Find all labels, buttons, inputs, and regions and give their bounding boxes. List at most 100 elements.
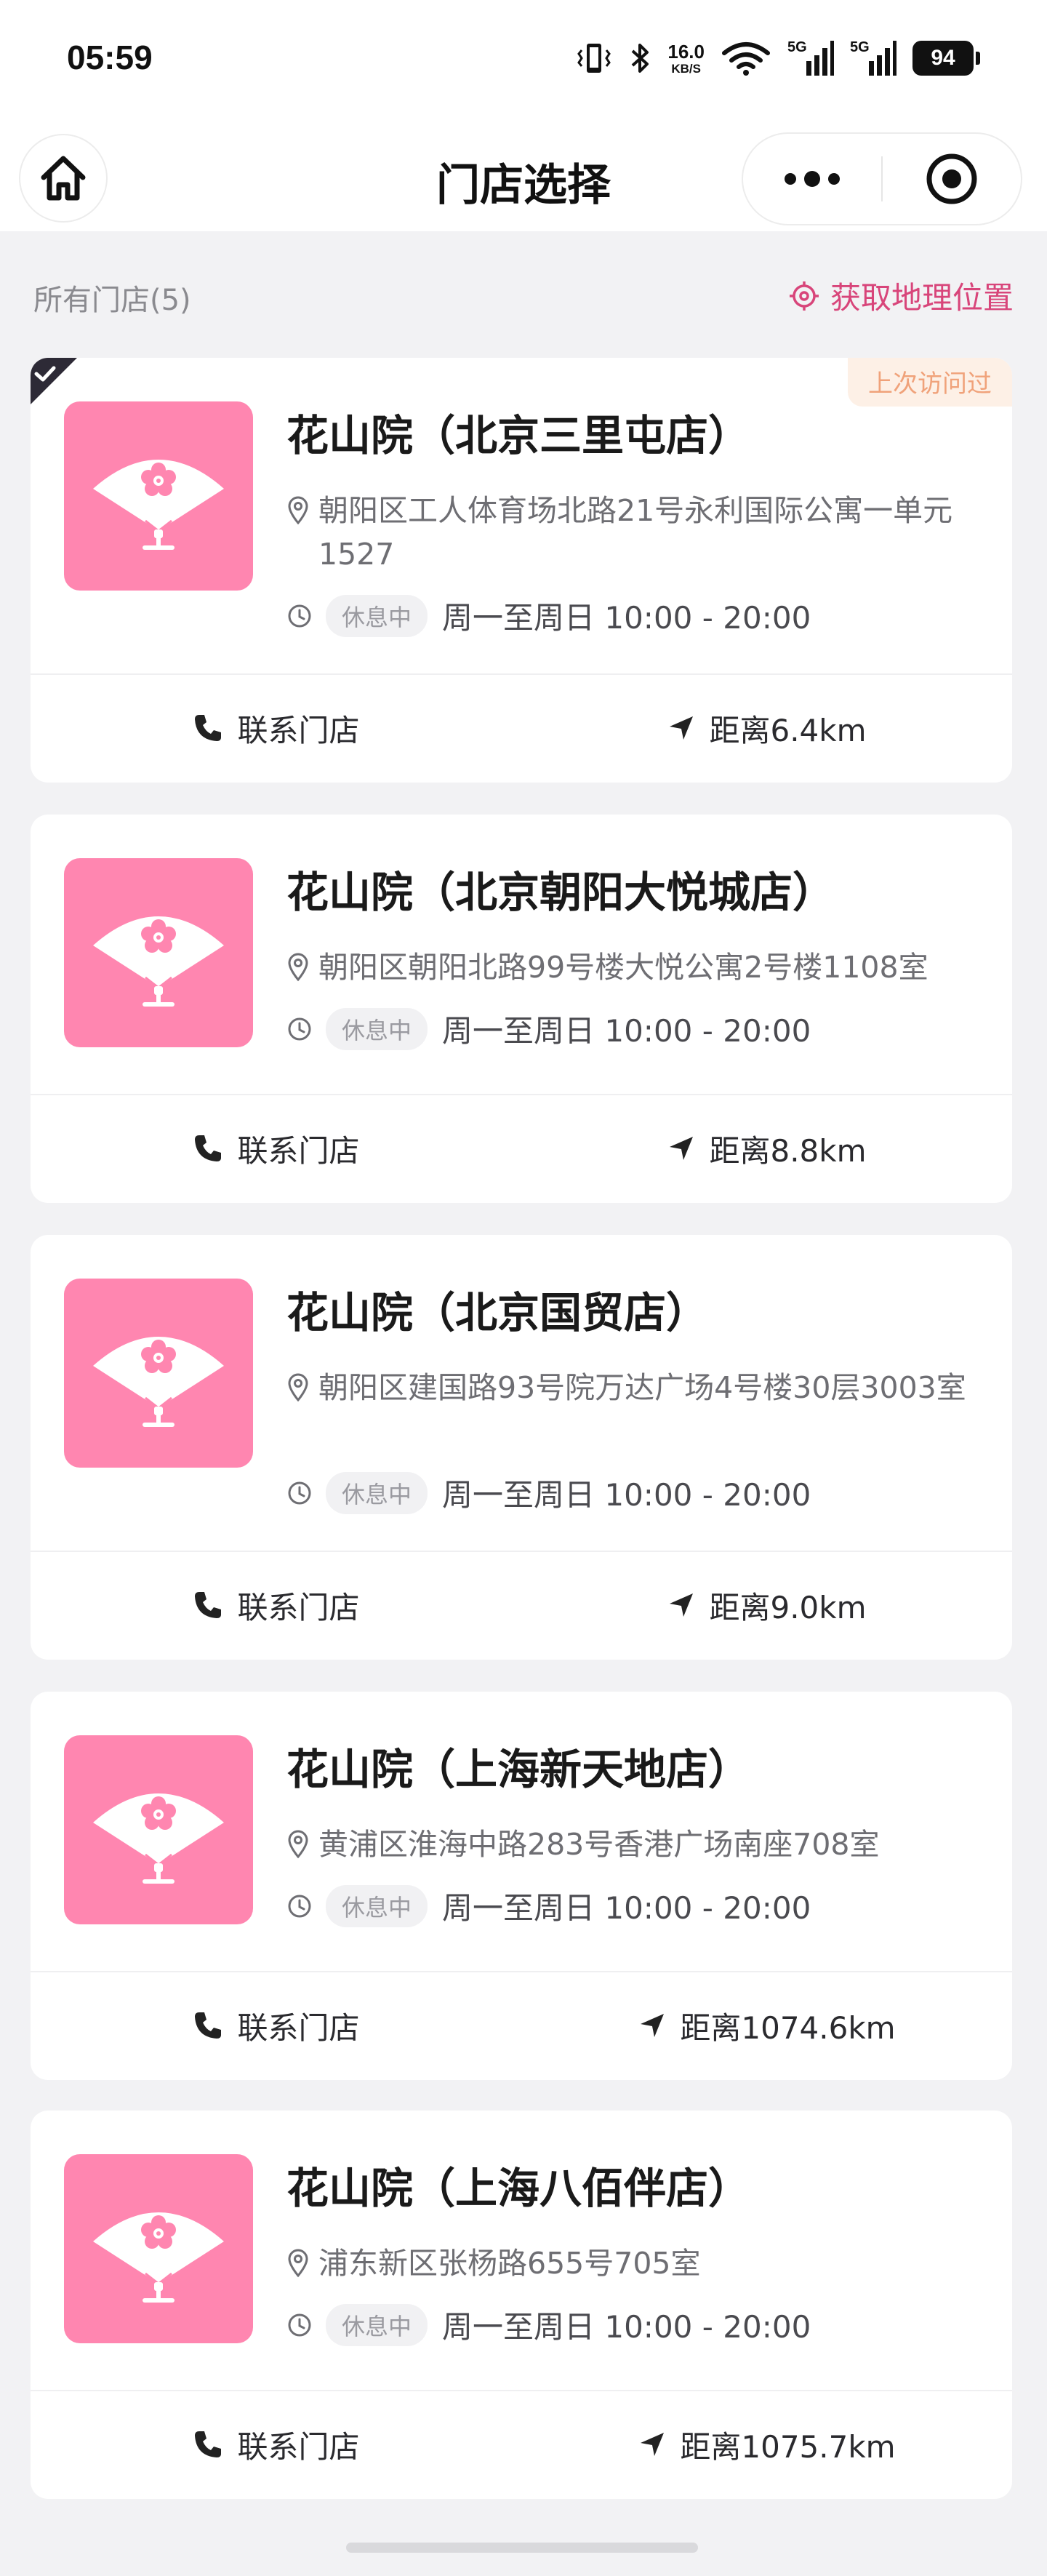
signal-1: 5G — [787, 39, 834, 77]
distance-button[interactable]: 距离1075.7km — [521, 2423, 1012, 2467]
contact-store-button[interactable]: 联系门店 — [31, 706, 521, 751]
net-speed-value: 16.0 — [667, 40, 705, 63]
store-address-row: 朝阳区朝阳北路99号楼大悦公寓2号楼1108室 — [286, 945, 973, 989]
store-address: 朝阳区工人体育场北路21号永利国际公寓一单元1527 — [318, 493, 953, 572]
card-actions: 联系门店 距离1074.6km — [31, 1971, 1012, 2080]
phone-icon — [195, 1592, 222, 1618]
signal-2: 5G — [850, 39, 896, 77]
status-time: 05:59 — [67, 39, 153, 76]
store-address: 黄浦区淮海中路283号香港广场南座708室 — [318, 1827, 880, 1862]
store-address-row: 浦东新区张杨路655号705室 — [286, 2241, 973, 2285]
store-name: 花山院（上海新天地店） — [286, 1745, 751, 1794]
all-stores-count: 所有门店(5) — [33, 284, 191, 317]
store-card[interactable]: 花山院（上海八佰伴店） 浦东新区张杨路655号705室 休息中 周一至周日 10… — [31, 2111, 1012, 2499]
distance-label: 距离6.4km — [709, 712, 867, 748]
store-hours-row: 休息中 周一至周日 10:00 - 20:00 — [286, 2303, 811, 2347]
battery: 94 — [912, 41, 980, 76]
store-address: 朝阳区朝阳北路99号楼大悦公寓2号楼1108室 — [318, 950, 928, 985]
distance-button[interactable]: 距离1074.6km — [521, 2004, 1012, 2048]
signal-1-icon — [806, 41, 834, 76]
navigation-arrow-icon — [641, 2433, 665, 2456]
store-logo — [64, 858, 253, 1047]
vibrate-icon — [577, 44, 611, 73]
contact-store-button[interactable]: 联系门店 — [31, 2004, 521, 2048]
store-hours-row: 休息中 周一至周日 10:00 - 20:00 — [286, 1007, 811, 1051]
wifi-icon — [722, 42, 770, 76]
contact-store-label: 联系门店 — [237, 1132, 360, 1169]
phone-icon — [195, 2431, 222, 2457]
close-button[interactable] — [883, 134, 1021, 224]
distance-button[interactable]: 距离8.8km — [521, 1127, 1012, 1171]
store-name: 花山院（北京三里屯店） — [286, 411, 751, 460]
card-actions: 联系门店 距离9.0km — [31, 1551, 1012, 1660]
location-pin-icon — [288, 953, 308, 982]
navigation-arrow-icon — [670, 1593, 694, 1617]
phone-icon — [195, 2012, 222, 2039]
home-indicator[interactable] — [346, 2543, 698, 2553]
contact-store-label: 联系门店 — [237, 2009, 360, 2046]
contact-store-button[interactable]: 联系门店 — [31, 1583, 521, 1628]
distance-label: 距离8.8km — [709, 1132, 867, 1169]
more-dots-icon — [785, 171, 840, 187]
status-icons: 16.0 KB/S 5G 5G 94 — [576, 36, 980, 80]
store-card[interactable]: 花山院（北京朝阳大悦城店） 朝阳区朝阳北路99号楼大悦公寓2号楼1108室 休息… — [31, 815, 1012, 1203]
contact-store-label: 联系门店 — [237, 712, 360, 748]
card-actions: 联系门店 距离8.8km — [31, 1094, 1012, 1203]
store-hours-row: 休息中 周一至周日 10:00 - 20:00 — [286, 1471, 811, 1515]
store-logo — [64, 401, 253, 591]
store-address-row: 朝阳区建国路93号院万达广场4号楼30层3003室 — [286, 1366, 973, 1409]
store-logo — [64, 1279, 253, 1468]
location-pin-icon — [288, 1830, 308, 1859]
store-status-badge: 休息中 — [326, 1884, 428, 1927]
store-hours: 周一至周日 10:00 - 20:00 — [442, 2309, 811, 2345]
navigation-arrow-icon — [641, 2014, 665, 2037]
top-bar: 05:59 16.0 KB/S 5G 5G 94 门店选择 — [0, 0, 1047, 231]
get-location-button[interactable]: 获取地理位置 — [788, 273, 1014, 318]
store-address: 浦东新区张杨路655号705室 — [318, 2246, 701, 2281]
phone-icon — [195, 1135, 222, 1161]
list-header: 所有门店(5) 获取地理位置 — [0, 231, 1047, 356]
contact-store-button[interactable]: 联系门店 — [31, 2423, 521, 2467]
phone-icon — [195, 715, 222, 741]
contact-store-button[interactable]: 联系门店 — [31, 1127, 521, 1171]
fan-logo-icon — [93, 460, 224, 550]
distance-button[interactable]: 距离9.0km — [521, 1583, 1012, 1628]
store-card[interactable]: 花山院（北京国贸店） 朝阳区建国路93号院万达广场4号楼30层3003室 休息中… — [31, 1235, 1012, 1660]
distance-button[interactable]: 距离6.4km — [521, 706, 1012, 751]
store-card[interactable]: 上次访问过 花山院（北京三里屯店） 朝阳区工人体育场北路21号永利国际公寓一单元… — [31, 358, 1012, 783]
locate-icon — [789, 281, 819, 311]
net-speed: 16.0 KB/S — [667, 42, 705, 75]
signal-2-icon — [869, 41, 896, 76]
target-close-icon — [926, 153, 977, 204]
selected-check-icon — [31, 358, 77, 404]
fan-logo-icon — [93, 1793, 224, 1884]
store-card[interactable]: 花山院（上海新天地店） 黄浦区淮海中路283号香港广场南座708室 休息中 周一… — [31, 1692, 1012, 2080]
store-address-row: 黄浦区淮海中路283号香港广场南座708室 — [286, 1823, 973, 1866]
distance-label: 距离9.0km — [709, 1589, 867, 1625]
location-pin-icon — [288, 496, 308, 525]
more-button[interactable] — [743, 134, 881, 224]
navigation-arrow-icon — [670, 716, 694, 740]
store-status-badge: 休息中 — [326, 594, 428, 637]
store-address-row: 朝阳区工人体育场北路21号永利国际公寓一单元1527 — [286, 489, 973, 576]
store-hours: 周一至周日 10:00 - 20:00 — [442, 1477, 811, 1513]
store-name: 花山院（北京国贸店） — [286, 1288, 709, 1337]
battery-tip — [976, 52, 980, 65]
clock-icon — [288, 604, 311, 627]
store-hours: 周一至周日 10:00 - 20:00 — [442, 1013, 811, 1049]
card-actions: 联系门店 距离6.4km — [31, 673, 1012, 783]
fan-logo-icon — [93, 916, 224, 1007]
visited-badge: 上次访问过 — [848, 358, 1012, 407]
store-status-badge: 休息中 — [326, 2303, 428, 2346]
clock-icon — [288, 1017, 311, 1040]
store-hours-row: 休息中 周一至周日 10:00 - 20:00 — [286, 593, 811, 638]
bluetooth-icon — [632, 44, 649, 73]
location-pin-icon — [288, 1373, 308, 1402]
card-actions: 联系门店 距离1075.7km — [31, 2390, 1012, 2499]
store-status-badge: 休息中 — [326, 1471, 428, 1514]
store-name: 花山院（上海八佰伴店） — [286, 2164, 751, 2213]
store-name: 花山院（北京朝阳大悦城店） — [286, 868, 835, 917]
navigation-arrow-icon — [670, 1137, 694, 1160]
mini-program-capsule — [742, 132, 1022, 225]
distance-label: 距离1074.6km — [680, 2009, 896, 2046]
